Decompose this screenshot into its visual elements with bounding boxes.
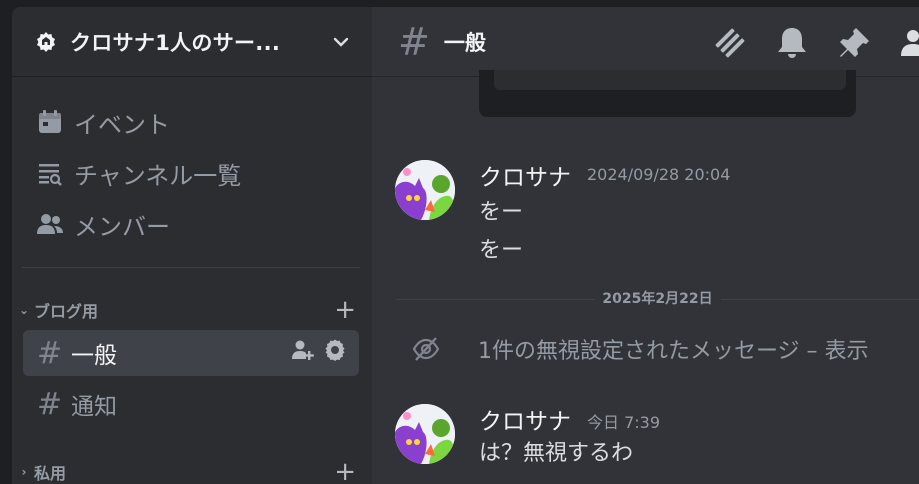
ignored-message-notice[interactable]: 1件の無視設定されたメッセージ – 表示 bbox=[412, 333, 869, 365]
date-separator: 2025年2月22日 bbox=[396, 288, 919, 310]
channel-notifications[interactable]: # 通知 bbox=[23, 381, 359, 427]
server-community-icon bbox=[34, 30, 58, 54]
channel-general-label: 一般 bbox=[71, 343, 117, 369]
bell-icon[interactable] bbox=[774, 25, 810, 61]
channel-general[interactable]: # 一般 bbox=[23, 330, 359, 376]
hashtag-icon: # bbox=[37, 386, 63, 422]
channel-header: # 一般 bbox=[372, 7, 919, 77]
pin-icon[interactable] bbox=[836, 25, 872, 61]
eye-slash-icon bbox=[412, 335, 440, 363]
server-header[interactable]: クロサナ1人のサー... bbox=[12, 7, 372, 77]
embed-preview-inner bbox=[494, 70, 846, 90]
member-list-icon[interactable] bbox=[898, 25, 919, 61]
message-author[interactable]: クロサナ bbox=[479, 158, 571, 192]
server-name: クロサナ1人のサー... bbox=[70, 30, 281, 55]
nav-channel-list[interactable]: チャンネル一覧 bbox=[24, 151, 359, 195]
category-private[interactable]: › 私用 + bbox=[16, 458, 356, 484]
channel-browse-icon bbox=[36, 159, 64, 187]
nav-events-label: イベント bbox=[74, 110, 170, 139]
calendar-icon bbox=[36, 108, 64, 136]
message-text: は？無視するわ bbox=[479, 441, 634, 466]
invite-member-icon[interactable] bbox=[291, 339, 315, 367]
add-channel-icon[interactable]: + bbox=[334, 459, 356, 484]
nav-members[interactable]: メンバー bbox=[24, 202, 359, 246]
nav-members-label: メンバー bbox=[74, 212, 170, 241]
message-text: をー bbox=[479, 238, 524, 263]
add-channel-icon[interactable]: + bbox=[334, 297, 356, 323]
chevron-down-icon[interactable] bbox=[330, 31, 352, 53]
threads-icon[interactable] bbox=[712, 25, 748, 61]
hashtag-icon: # bbox=[37, 335, 63, 371]
members-icon bbox=[36, 210, 64, 238]
ignored-message-text[interactable]: 1件の無視設定されたメッセージ – 表示 bbox=[478, 333, 869, 365]
hashtag-icon: # bbox=[398, 19, 430, 64]
nav-channel-list-label: チャンネル一覧 bbox=[74, 161, 242, 190]
message-text: をー bbox=[479, 200, 524, 225]
channel-title: 一般 bbox=[443, 30, 486, 55]
gear-icon[interactable] bbox=[323, 338, 347, 368]
nav-events[interactable]: イベント bbox=[24, 100, 359, 144]
channel-notifications-label: 通知 bbox=[71, 394, 117, 420]
category-private-label: 私用 bbox=[34, 464, 67, 483]
date-separator-label: 2025年2月22日 bbox=[594, 288, 721, 308]
channel-sidebar: クロサナ1人のサー... イベント チャンネル一覧 メンバー ⌄ ブログ用 + … bbox=[12, 7, 372, 484]
chat-main: # 一般 クロサナ 2024/09/28 20:04 をー をー 2025年2月… bbox=[372, 7, 919, 484]
category-blog[interactable]: ⌄ ブログ用 + bbox=[16, 296, 356, 324]
message-timestamp: 今日 7:39 bbox=[587, 413, 661, 432]
category-blog-label: ブログ用 bbox=[34, 302, 99, 321]
message-author[interactable]: クロサナ bbox=[479, 402, 571, 436]
caret-right-icon: › bbox=[21, 465, 27, 479]
avatar[interactable] bbox=[395, 160, 455, 220]
caret-down-icon: ⌄ bbox=[18, 303, 30, 317]
message-timestamp: 2024/09/28 20:04 bbox=[587, 165, 731, 184]
sidebar-divider bbox=[22, 267, 360, 268]
avatar[interactable] bbox=[395, 404, 455, 464]
